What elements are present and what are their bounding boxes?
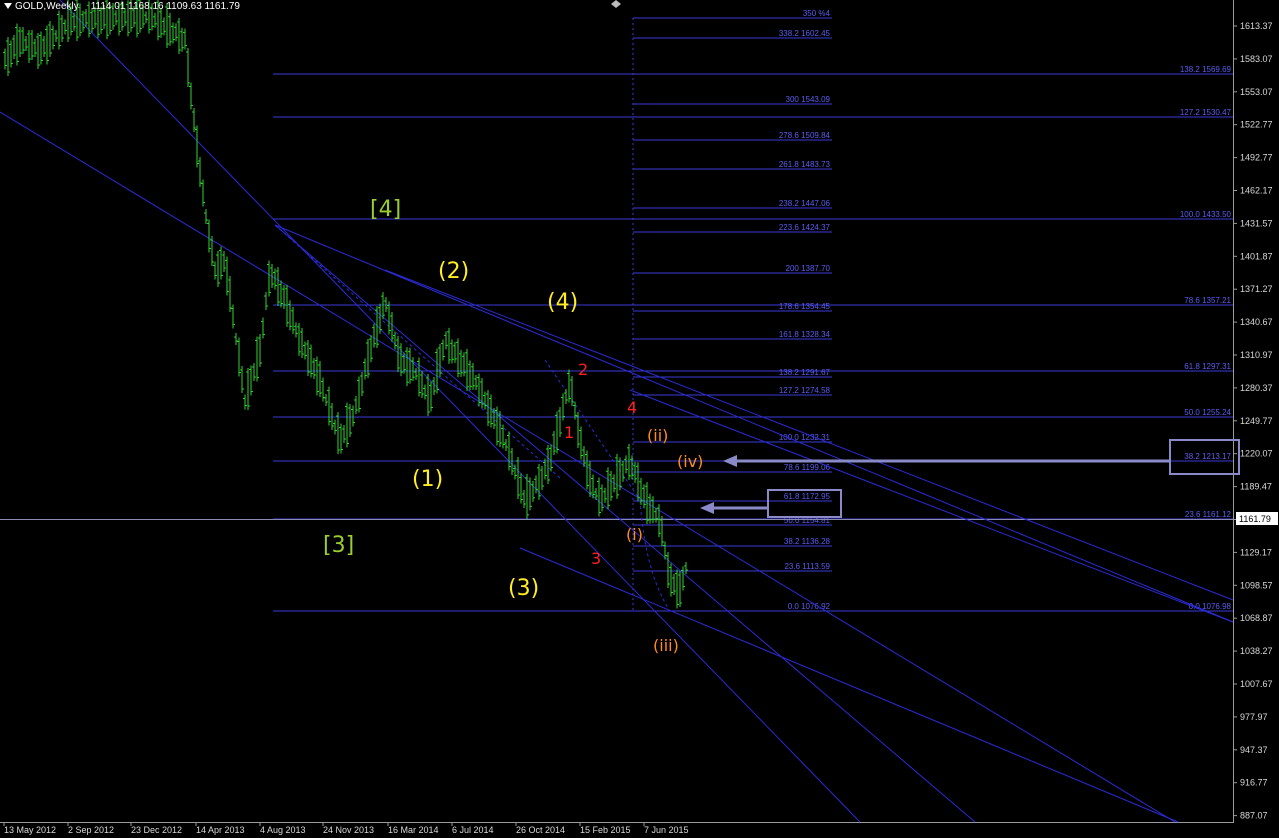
price-axis-label: 1340.67 [1240,317,1273,327]
wave-label-red: 2 [578,360,588,379]
fib-extension-label: 200 1387.70 [786,264,831,273]
fib-extension-label: 278.6 1509.84 [779,131,831,140]
fib-level-label: 78.6 1357.21 [1184,296,1231,305]
price-axis-label: 887.07 [1240,811,1268,821]
time-axis-label: 15 Feb 2015 [580,825,631,835]
current-price-label: 1161.79 [1239,514,1271,524]
chart-window: 1613.37 1583.07 1553.07 1522.77 1492.77 1462.… [0,0,1279,838]
ohlc-values: 1114.01 1168.16 1109.63 1161.79 [90,1,240,12]
fib-level-label: 127.2 1530.47 [1180,108,1232,117]
wave-label-yellow: (3) [508,576,539,601]
price-axis-label: 1583.07 [1240,54,1273,64]
wave-label-orange: (iii) [653,636,679,655]
fib-extension-label: 61.8 1172.95 [784,492,831,501]
wave-label-red: 3 [591,549,601,568]
arrow-head-icon [723,455,737,467]
chart-shift-marker-icon [611,0,621,8]
trendline [59,0,861,823]
wave-label-red: 1 [564,423,574,442]
wave-label-green: [4] [370,197,401,222]
trendline-dashed [274,224,561,479]
price-axis-label: 1220.07 [1240,449,1273,459]
price-axis-label: 1522.77 [1240,120,1273,130]
time-axis-label: 26 Oct 2014 [516,825,565,835]
time-axis-label: 23 Dec 2012 [131,825,182,835]
wave-label-yellow: (2) [438,259,469,284]
price-axis-label: 1068.87 [1240,613,1273,623]
fib-extension-label: 38.2 1136.28 [784,537,831,546]
price-axis-label: 916.77 [1240,778,1268,788]
wave-label-orange: (ii) [647,426,668,445]
dropdown-triangle-icon[interactable] [4,3,12,9]
trendline [384,269,1234,601]
time-axis-label: 24 Nov 2013 [323,825,374,835]
price-axis-label: 1098.57 [1240,580,1273,590]
price-axis-label: 977.97 [1240,712,1268,722]
gold-weekly-chart[interactable]: 1613.37 1583.07 1553.07 1522.77 1492.77 1462.… [0,0,1279,838]
price-axis-label: 1431.57 [1240,218,1273,228]
price-axis-label: 1613.37 [1240,21,1273,31]
trendline [519,547,1179,823]
fib-extension-label: 127.2 1274.58 [779,386,831,395]
fib-extension-label: 178.6 1354.45 [779,302,831,311]
price-axis-label: 1462.17 [1240,186,1273,196]
time-axis-label: 4 Aug 2013 [260,825,306,835]
symbol-label: GOLD,Weekly [15,1,79,12]
price-axis-label: 1129.17 [1240,547,1272,557]
trendline-dashed-curve [639,499,669,609]
price-axis-label: 947.37 [1240,745,1268,755]
price-axis-label: 1280.37 [1240,383,1273,393]
fib-extension-label: 338.2 1602.45 [779,29,831,38]
price-axis-label: 1007.67 [1240,679,1273,689]
chart-header: GOLD,Weekly 1114.01 1168.16 1109.63 1161.… [4,1,240,12]
fib-level-label: 61.8 1297.31 [1184,362,1231,371]
trendline [629,389,1234,623]
wave-label-red: 4 [627,398,637,417]
fib-extension-label: 138.2 1291.67 [779,368,831,377]
price-axis-label: 1249.77 [1240,416,1273,426]
price-axis-label: 1553.07 [1240,87,1273,97]
fib-extension-label: 223.6 1424.37 [779,223,831,232]
price-axis-label: 1371.27 [1240,284,1273,294]
price-axis-label: 1492.77 [1240,153,1273,163]
wave-label-yellow: (4) [547,290,578,315]
fib-level-label: 100.0 1433.50 [1180,210,1232,219]
arrow-head-icon [700,502,714,514]
time-axis-label: 6 Jul 2014 [452,825,494,835]
time-axis-label: 14 Apr 2013 [196,825,245,835]
fib-extension-label: 300 1543.09 [786,95,831,104]
fib-level-label: 38.2 1213.17 [1184,452,1231,461]
fib-level-label: 138.2 1569.69 [1180,65,1232,74]
wave-label-orange: (i) [626,525,643,544]
fib-extension-label: 350 %4 [803,9,831,18]
price-axis-label: 1401.87 [1240,251,1273,261]
fib-extension-label: 23.6 1113.59 [784,562,830,571]
fib-extension-label: 261.8 1483.73 [779,160,831,169]
time-axis-label: 16 Mar 2014 [388,825,439,835]
fib-level-label: 50.0 1255.24 [1184,408,1231,417]
fib-extension-label: 238.2 1447.06 [779,199,831,208]
wave-label-orange: (iv) [677,452,703,471]
trendline [274,224,1234,623]
time-axis-label: 7 Jun 2015 [644,825,689,835]
time-axis-label: 13 May 2012 [4,825,56,835]
price-axis-label: 1189.47 [1240,482,1272,492]
wave-label-yellow: (1) [412,467,443,492]
price-axis-label: 1038.27 [1240,646,1273,656]
fib-level-label: 23.6 1161.12 [1185,510,1232,519]
time-axis-label: 2 Sep 2012 [68,825,114,835]
price-axis-label: 1310.97 [1240,350,1273,360]
fib-extension-label: 161.8 1328.34 [779,330,831,339]
wave-label-green: [3] [323,533,354,558]
